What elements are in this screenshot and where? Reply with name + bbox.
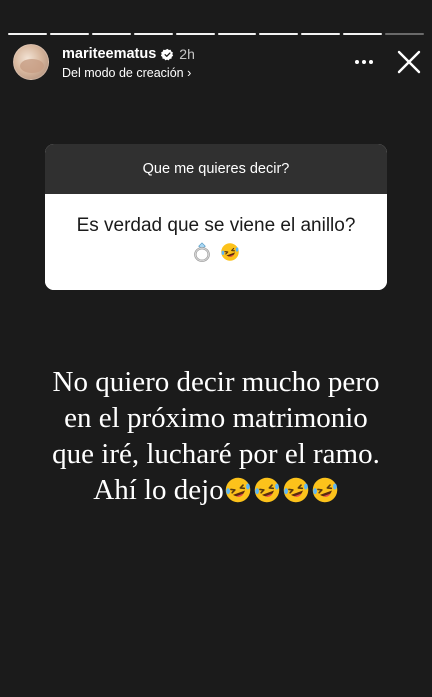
- rolling-laughing-emoji-icon: [221, 243, 239, 261]
- close-button[interactable]: [396, 49, 422, 75]
- story-progress-bar: [8, 33, 425, 36]
- progress-segment: [217, 33, 257, 35]
- question-answer-text: Es verdad que se viene el anillo?: [76, 215, 356, 236]
- caption-line-1: No quiero decir mucho pero: [52, 366, 380, 398]
- caption-line-4-text: Ahí lo dejo: [93, 474, 224, 506]
- rolling-laughing-emoji-icon: [283, 477, 308, 503]
- progress-segment: [259, 33, 299, 35]
- user-line: mariteematus 2h: [62, 46, 195, 62]
- answer-emoji-row: [192, 241, 240, 263]
- rolling-laughing-emoji-icon: [254, 477, 279, 503]
- verified-badge-icon: [161, 48, 174, 60]
- rolling-laughing-emoji-icon: [225, 477, 250, 503]
- question-sticker[interactable]: Que me quieres decir? Es verdad que se v…: [45, 144, 387, 290]
- rolling-laughing-emoji-icon: [312, 477, 337, 503]
- more-options-button[interactable]: [352, 52, 376, 72]
- progress-segment: [343, 33, 383, 35]
- avatar[interactable]: [13, 44, 49, 80]
- avatar-photo: [20, 59, 44, 73]
- username[interactable]: mariteematus: [62, 46, 156, 62]
- caption-emoji-row: [224, 476, 339, 504]
- caption-line-2: en el próximo matrimonio: [64, 402, 368, 434]
- question-prompt: Que me quieres decir?: [45, 144, 387, 194]
- progress-segment-current: [385, 33, 425, 35]
- post-time: 2h: [179, 46, 195, 62]
- progress-segment: [175, 33, 215, 35]
- progress-segment: [301, 33, 341, 35]
- close-icon: [397, 50, 421, 74]
- progress-segment: [8, 33, 47, 35]
- progress-segment: [49, 33, 89, 35]
- caption-line-3: que iré, lucharé por el ramo.: [52, 438, 380, 470]
- more-dots-icon: [355, 60, 373, 64]
- story-header: mariteematus 2h Del modo de creación ›: [13, 44, 422, 84]
- caption-line-4: Ahí lo dejo: [0, 472, 432, 508]
- question-answer-area: Es verdad que se viene el anillo?: [45, 194, 387, 290]
- story-caption: No quiero decir mucho pero en el próximo…: [0, 364, 432, 508]
- creation-mode-link[interactable]: Del modo de creación ›: [62, 66, 191, 80]
- ring-emoji-icon: [194, 242, 210, 262]
- progress-segment: [133, 33, 173, 35]
- story-viewer[interactable]: mariteematus 2h Del modo de creación › Q…: [0, 0, 432, 697]
- progress-segment: [91, 33, 131, 35]
